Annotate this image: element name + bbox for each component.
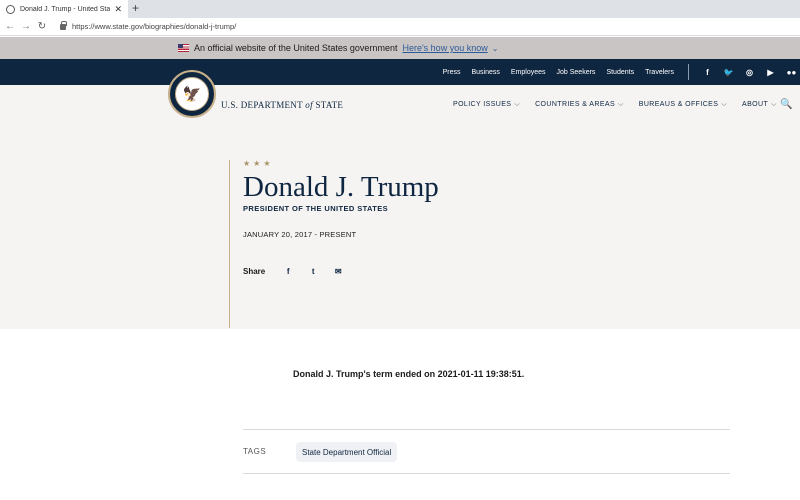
chevron-down-icon: ⌵	[514, 101, 521, 108]
gold-accent-line	[229, 160, 230, 328]
share-label: Share	[243, 267, 266, 276]
nav-label: COUNTRIES & AREAS	[535, 101, 616, 108]
bio-hero	[0, 85, 800, 329]
nav-about[interactable]: ABOUT ⌵	[742, 101, 777, 109]
chevron-down-icon: ⌵	[618, 101, 624, 108]
stars-ornament: ★★★	[243, 159, 274, 168]
facebook-icon[interactable]: f	[697, 68, 718, 77]
util-link-travelers[interactable]: Travelers	[645, 69, 674, 76]
nav-label: POLICY ISSUES	[453, 101, 512, 108]
social-links: f 🐦 ◎ ▶ ●●	[697, 59, 800, 85]
chevron-down-icon[interactable]: ⌄	[492, 44, 499, 53]
browser-tab[interactable]: Donald J. Trump - United States ✕	[0, 0, 128, 18]
gov-banner-text: An official website of the United States…	[194, 43, 398, 53]
divider	[243, 429, 730, 430]
util-link-students[interactable]: Students	[606, 69, 634, 76]
youtube-icon[interactable]: ▶	[760, 68, 781, 77]
util-link-job-seekers[interactable]: Job Seekers	[557, 69, 596, 76]
url-text: https://www.state.gov/biographies/donald…	[72, 22, 237, 31]
nav-policy-issues[interactable]: POLICY ISSUES ⌵	[453, 101, 520, 109]
bio-dates: JANUARY 20, 2017 - PRESENT	[243, 230, 357, 239]
tags-label: TAGS	[243, 447, 267, 456]
tab-title: Donald J. Trump - United States	[20, 5, 111, 13]
twitter-icon[interactable]: 🐦	[718, 68, 739, 77]
back-icon[interactable]: ←	[2, 21, 18, 32]
tag-chip[interactable]: State Department Official	[296, 442, 398, 462]
search-icon[interactable]: 🔍	[780, 99, 792, 110]
share-twitter-icon[interactable]: t	[308, 267, 318, 276]
utility-bar: Press Business Employees Job Seekers Stu…	[0, 59, 800, 85]
gov-banner: An official website of the United States…	[0, 37, 800, 59]
chevron-down-icon: ⌵	[721, 101, 728, 108]
state-seal-favicon-icon	[6, 4, 15, 14]
bio-role: PRESIDENT OF THE UNITED STATES	[243, 204, 389, 213]
reload-icon[interactable]: ↻	[34, 21, 50, 32]
close-icon[interactable]: ✕	[114, 4, 122, 15]
department-wordmark[interactable]: U.S. DEPARTMENT of STATE	[221, 100, 343, 110]
nav-label: BUREAUS & OFFICES	[638, 101, 719, 108]
divider	[243, 473, 730, 474]
share-facebook-icon[interactable]: f	[283, 267, 293, 276]
main-nav: POLICY ISSUES ⌵ COUNTRIES & AREAS ⌵ BUREAU…	[453, 101, 792, 109]
nav-bureaus-offices[interactable]: BUREAUS & OFFICES ⌵	[639, 101, 727, 109]
dept-suffix: STATE	[312, 100, 344, 110]
forward-icon[interactable]: →	[18, 21, 34, 32]
us-flag-icon	[178, 44, 189, 52]
chevron-down-icon: ⌵	[771, 101, 777, 108]
utility-divider	[688, 64, 689, 80]
new-tab-button[interactable]: +	[132, 1, 139, 15]
flickr-icon[interactable]: ●●	[781, 68, 800, 77]
dept-of: of	[305, 100, 313, 110]
utility-links: Press Business Employees Job Seekers Stu…	[432, 59, 674, 85]
util-link-employees[interactable]: Employees	[511, 69, 546, 76]
dept-prefix: U.S. DEPARTMENT	[221, 100, 306, 110]
url-field[interactable]: https://www.state.gov/biographies/donald…	[60, 20, 237, 31]
browser-tab-strip: Donald J. Trump - United States ✕ +	[0, 0, 800, 18]
share-email-icon[interactable]: ✉	[333, 267, 343, 276]
util-link-press[interactable]: Press	[443, 69, 461, 76]
instagram-icon[interactable]: ◎	[739, 68, 760, 77]
lock-icon	[60, 20, 67, 30]
address-bar: ← → ↻ https://www.state.gov/biographies/…	[0, 18, 800, 36]
eagle-icon: 🦅	[175, 77, 209, 111]
page-title: Donald J. Trump	[243, 171, 439, 203]
heres-how-you-know-link[interactable]: Here's how you know	[402, 43, 487, 53]
nav-countries-areas[interactable]: COUNTRIES & AREAS ⌵	[535, 101, 624, 109]
util-link-business[interactable]: Business	[471, 69, 499, 76]
department-seal-logo[interactable]: 🦅	[168, 70, 216, 118]
nav-label: ABOUT	[742, 101, 769, 108]
term-ended-note: Donald J. Trump's term ended on 2021-01-…	[293, 369, 525, 379]
share-bar: Share f t ✉	[243, 267, 343, 276]
